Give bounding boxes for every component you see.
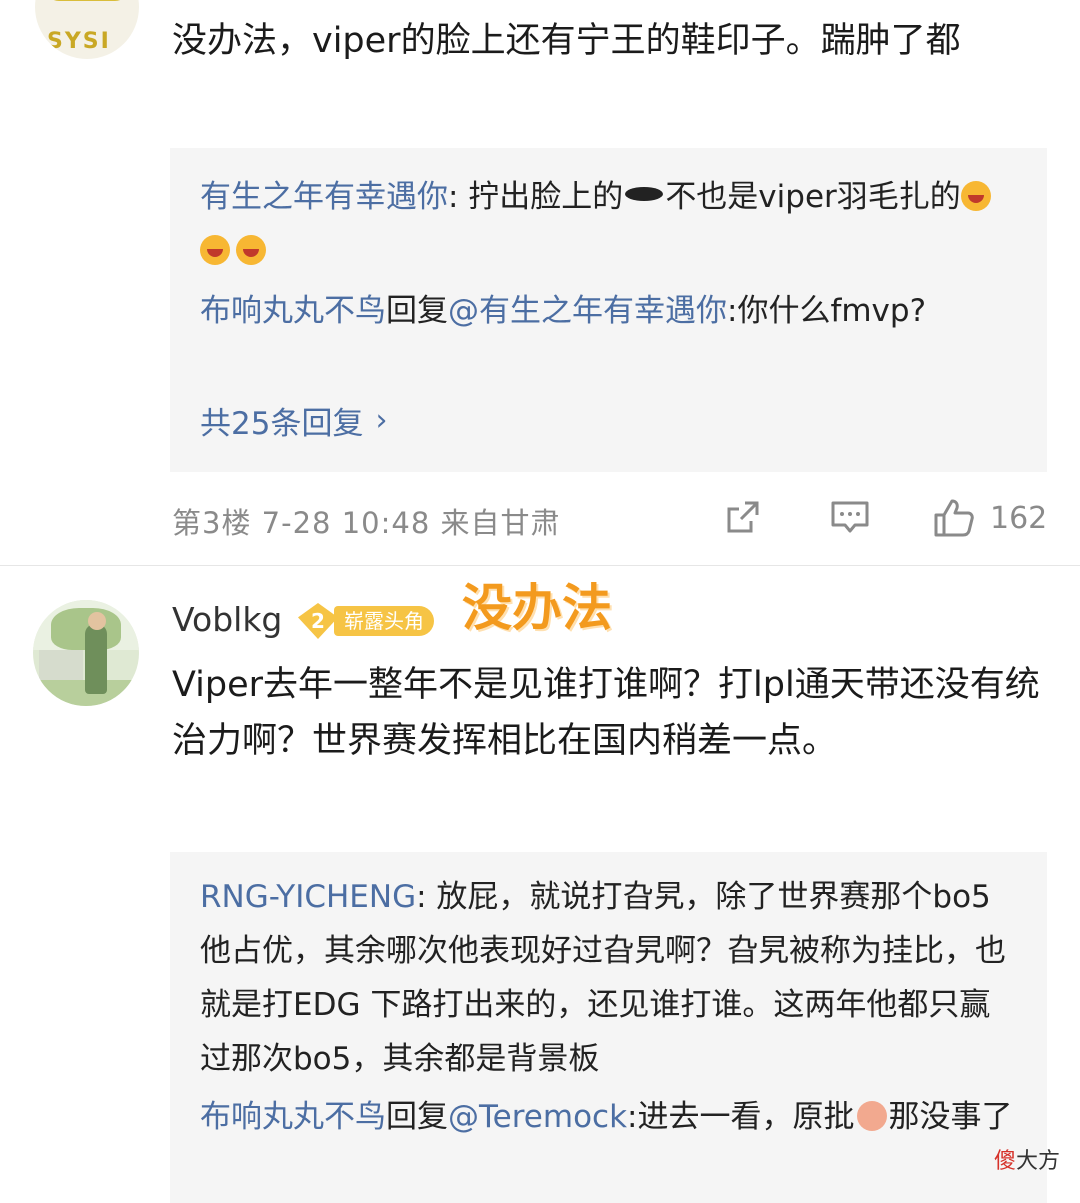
user-avatar[interactable]: SYSI bbox=[35, 0, 139, 59]
laugh-emoji-icon bbox=[960, 181, 991, 211]
more-replies-link[interactable]: 共25条回复 › bbox=[200, 398, 387, 443]
reply-item: RNG-YICHENG: 放屁，就说打旮旯，除了世界赛那个bo5他占优，其余哪次… bbox=[200, 870, 1020, 1086]
reply-separator: : bbox=[448, 179, 459, 215]
laugh-emoji-icon bbox=[200, 235, 230, 265]
reply-mention[interactable]: @Teremock bbox=[448, 1099, 627, 1135]
reply-username[interactable]: 有生之年有幸遇你 bbox=[200, 179, 448, 215]
comment-icon bbox=[831, 501, 869, 533]
reply-box[interactable]: 有生之年有幸遇你: 拧出脸上的 不也是viper羽毛扎的 布响丸丸不鸟回复@有生之… bbox=[170, 148, 1047, 472]
like-button[interactable]: 162 bbox=[932, 497, 1047, 539]
comment-button[interactable] bbox=[829, 497, 871, 537]
comment-divider bbox=[0, 565, 1080, 566]
badge-label: 崭露头角 bbox=[334, 606, 434, 636]
reply-text: 拧出脸上的 bbox=[458, 179, 624, 215]
reply-item: 布响丸丸不鸟回复@有生之年有幸遇你:你什么fmvp? bbox=[200, 284, 1020, 338]
user-avatar[interactable] bbox=[33, 600, 139, 706]
reply-mention[interactable]: @有生之年有幸遇你 bbox=[448, 293, 727, 329]
comment-text: Viper去年一整年不是见谁打谁啊？打lpl通天带还没有统治力啊？世界赛发挥相比… bbox=[172, 665, 1040, 761]
reply-username[interactable]: 布响丸丸不鸟 bbox=[200, 1099, 386, 1135]
avatar-head bbox=[88, 612, 106, 630]
reply-text: :进去一看，原批 bbox=[627, 1099, 855, 1135]
reply-username[interactable]: RNG-YICHENG bbox=[200, 879, 416, 915]
comment-username[interactable]: Voblkg bbox=[172, 600, 282, 639]
avatar-logo bbox=[45, 0, 129, 1]
pill-emoji-icon bbox=[625, 187, 664, 201]
reply-item: 有生之年有幸遇你: 拧出脸上的 不也是viper羽毛扎的 bbox=[200, 170, 1020, 278]
watermark-part-1: 傻 bbox=[993, 1149, 1016, 1174]
reply-item: 布响丸丸不鸟回复@Teremock:进去一看，原批 那没事了 bbox=[200, 1090, 1020, 1144]
more-replies-label: 共25条回复 bbox=[200, 406, 364, 442]
reply-word: 回复 bbox=[386, 293, 448, 329]
thumbs-up-icon bbox=[934, 499, 974, 537]
watermark-part-2: 大方 bbox=[1015, 1149, 1060, 1174]
like-count: 162 bbox=[990, 500, 1048, 536]
pig-emoji-icon bbox=[856, 1101, 887, 1131]
chevron-right-icon: › bbox=[375, 403, 388, 438]
share-button[interactable] bbox=[723, 497, 763, 537]
share-icon bbox=[727, 501, 759, 533]
comment-meta: 第3楼 7-28 10:48 来自甘肃 bbox=[172, 506, 561, 540]
user-level-badge[interactable]: 2 崭露头角 bbox=[298, 603, 448, 639]
reply-box[interactable]: RNG-YICHENG: 放屁，就说打旮旯，除了世界赛那个bo5他占优，其余哪次… bbox=[170, 852, 1047, 1203]
overlay-caption: 没办法 bbox=[462, 579, 612, 637]
reply-text: 不也是viper羽毛扎的 bbox=[665, 179, 961, 215]
level-diamond-icon: 2 bbox=[298, 603, 338, 639]
reply-word: 回复 bbox=[386, 1099, 448, 1135]
reply-username[interactable]: 布响丸丸不鸟 bbox=[200, 293, 386, 329]
reply-text: :你什么fmvp? bbox=[727, 293, 927, 329]
comment-text: 没办法，viper的脸上还有宁王的鞋印子。踹肿了都 bbox=[172, 21, 961, 61]
avatar-person bbox=[85, 624, 107, 694]
laugh-emoji-icon bbox=[236, 235, 266, 265]
watermark: 傻大方 bbox=[994, 1143, 1060, 1175]
reply-text: 那没事了 bbox=[888, 1099, 1013, 1135]
avatar-logo-text: SYSI bbox=[47, 29, 111, 54]
